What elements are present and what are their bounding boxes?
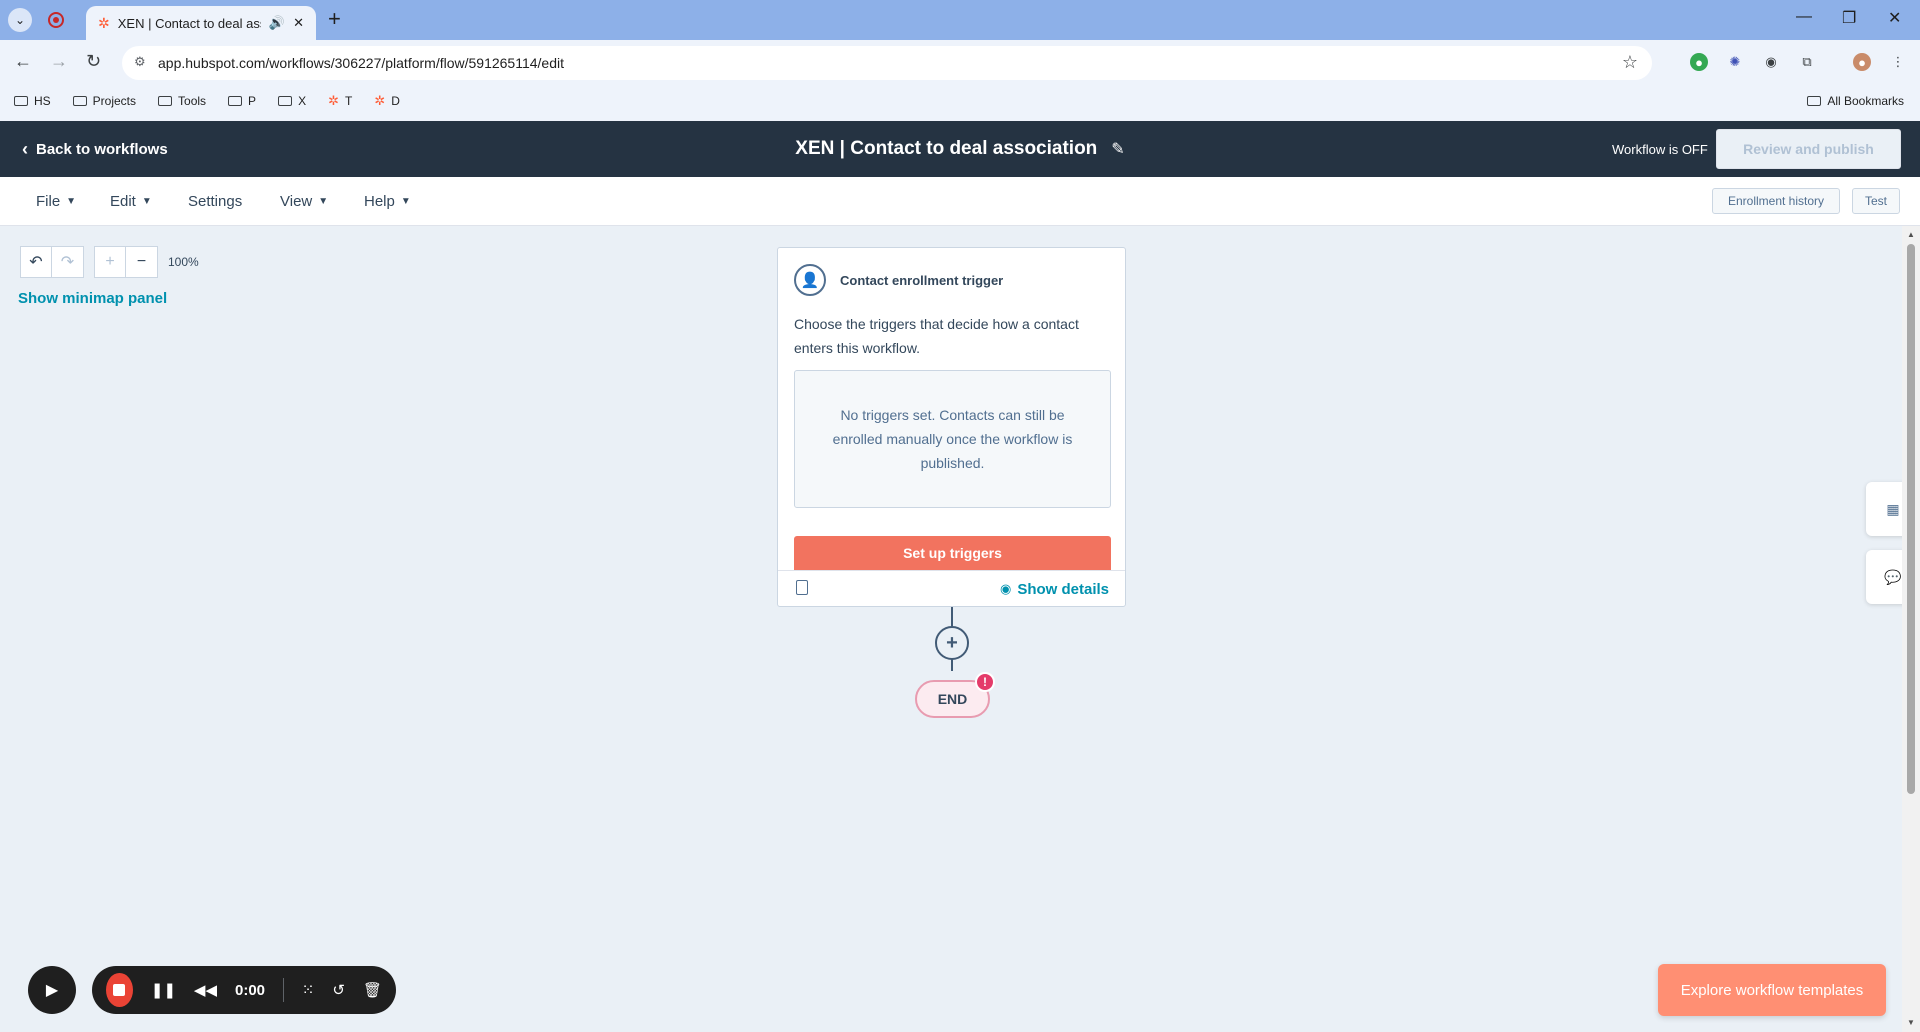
browser-toolbar: ← → ↻ ⚙ app.hubspot.com/workflows/306227…: [0, 40, 1920, 126]
add-action-plus-icon[interactable]: +: [935, 626, 969, 660]
restore-icon[interactable]: ❐: [1842, 8, 1856, 28]
hubspot-favicon-icon: ✲: [98, 14, 110, 31]
bookmark-projects[interactable]: Projects: [72, 94, 136, 108]
explore-workflow-templates-button[interactable]: Explore workflow templates: [1658, 964, 1886, 1016]
zoom-in-icon[interactable]: +: [94, 246, 126, 278]
hubspot-favicon-icon: ✲: [374, 93, 386, 108]
menu-settings[interactable]: Settings: [188, 177, 242, 225]
bookmarks-bar: HS Projects Tools P X ✲ T ✲ D All Bookmark…: [0, 86, 1920, 116]
show-details-link[interactable]: ◉ Show details: [1000, 571, 1109, 607]
bookmark-hs[interactable]: HS: [14, 94, 51, 108]
profile-avatar[interactable]: ●: [1853, 53, 1871, 71]
trigger-card-footer: ◉ Show details: [778, 570, 1125, 606]
window-close-icon[interactable]: ✕: [1888, 8, 1901, 28]
recording-timer: 0:00: [234, 981, 266, 999]
extension-gear-icon[interactable]: ✺: [1726, 53, 1744, 71]
bookmark-star-icon[interactable]: ☆: [1622, 52, 1638, 73]
extensions-puzzle-icon[interactable]: ⧉: [1798, 53, 1816, 71]
url-text: app.hubspot.com/workflows/306227/platfor…: [158, 55, 564, 71]
scroll-down-arrow-icon[interactable]: ▼: [1907, 1018, 1915, 1027]
minimize-icon[interactable]: —: [1796, 8, 1812, 26]
trigger-card-title: Contact enrollment trigger: [840, 272, 1004, 288]
vertical-scrollbar[interactable]: ▲ ▼: [1902, 226, 1920, 1032]
bookmark-tools[interactable]: Tools: [158, 94, 206, 108]
restart-icon[interactable]: ↺: [332, 981, 345, 999]
recorder-controls: ❚❚ ◀◀ 0:00 ⁙ ↺ 🗑: [92, 966, 396, 1014]
browser-tab[interactable]: ✲ XEN | Contact to deal asso 🔊 ✕: [86, 6, 316, 40]
menu-file[interactable]: File ▼: [36, 177, 76, 225]
scroll-up-arrow-icon[interactable]: ▲: [1907, 230, 1915, 239]
trigger-card-header: 👤 Contact enrollment trigger: [794, 264, 1003, 296]
chevron-down-icon: ▼: [141, 195, 152, 207]
edit-pencil-icon[interactable]: ✎: [1111, 139, 1124, 159]
enrollment-trigger-card[interactable]: 👤 Contact enrollment trigger Choose the …: [777, 247, 1126, 607]
bookmark-x[interactable]: X: [278, 94, 306, 108]
no-triggers-message: No triggers set. Contacts can still be e…: [794, 370, 1111, 508]
tab-search-chevron-icon[interactable]: ⌄: [8, 8, 32, 32]
new-tab-icon[interactable]: +: [328, 8, 341, 30]
workflow-title[interactable]: XEN | Contact to deal association: [795, 138, 1097, 160]
back-arrow-icon[interactable]: ←: [14, 51, 32, 72]
chevron-down-icon: ▼: [318, 195, 329, 207]
tab-close-icon[interactable]: ✕: [293, 15, 304, 31]
speaker-icon[interactable]: 🔊: [269, 15, 285, 31]
folder-icon: [1807, 96, 1822, 106]
bookmark-t[interactable]: ✲ T: [328, 93, 352, 109]
all-bookmarks[interactable]: All Bookmarks: [1807, 86, 1904, 116]
zoom-out-icon[interactable]: −: [126, 246, 158, 278]
clipboard-icon[interactable]: [796, 580, 808, 595]
workflow-status: Workflow is OFF: [1612, 141, 1708, 157]
folder-icon: [228, 96, 243, 106]
back-to-workflows-link[interactable]: ‹ Back to workflows: [22, 121, 168, 177]
address-bar[interactable]: ⚙ app.hubspot.com/workflows/306227/platf…: [122, 46, 1652, 80]
chevron-down-icon: ▼: [400, 195, 411, 207]
menu-help[interactable]: Help ▼: [364, 177, 411, 225]
set-up-triggers-button[interactable]: Set up triggers: [794, 536, 1111, 570]
bookmark-d[interactable]: ✲ D: [374, 93, 400, 109]
folder-icon: [278, 96, 293, 106]
workflow-header: XEN | Contact to deal association ✎ ‹ Ba…: [0, 121, 1920, 177]
redo-icon[interactable]: ↷: [52, 246, 84, 278]
eye-icon: ◉: [999, 581, 1012, 596]
rewind-icon[interactable]: ◀◀: [194, 981, 217, 999]
workflow-canvas[interactable]: ↶ ↷ + − 100% Show minimap panel 👤 Contac…: [0, 226, 1920, 1032]
zoom-level: 100%: [168, 255, 199, 269]
zoom-controls: ↶ ↷ + − 100%: [20, 246, 199, 278]
pause-icon[interactable]: ❚❚: [151, 981, 176, 999]
forward-arrow-icon[interactable]: →: [50, 51, 68, 72]
trash-icon[interactable]: 🗑: [363, 981, 382, 999]
browser-menu-icon[interactable]: ⋮: [1889, 53, 1907, 71]
chevron-left-icon: ‹: [22, 138, 28, 159]
folder-icon: [72, 96, 87, 106]
folder-icon: [14, 96, 28, 106]
folder-icon: [158, 96, 173, 106]
enrollment-history-button[interactable]: Enrollment history: [1712, 188, 1840, 214]
menu-view[interactable]: View ▼: [280, 177, 328, 225]
divider: [283, 978, 284, 1002]
menu-edit[interactable]: Edit ▼: [110, 177, 152, 225]
browser-tab-bar: ⌄ ✲ XEN | Contact to deal asso 🔊 ✕ + — ❐…: [0, 0, 1920, 40]
bookmark-p[interactable]: P: [228, 94, 256, 108]
grid-dots-icon[interactable]: ⁙: [302, 981, 315, 999]
stop-recording-button[interactable]: [106, 973, 133, 1007]
extension-green-icon[interactable]: ●: [1690, 53, 1708, 71]
chevron-down-icon: ▼: [66, 195, 77, 207]
test-button[interactable]: Test: [1852, 188, 1900, 214]
contact-person-icon: 👤: [794, 264, 826, 296]
alert-badge: !: [975, 672, 995, 692]
recording-indicator-icon: [48, 12, 64, 28]
camera-toggle-icon[interactable]: ▶: [28, 966, 76, 1014]
extension-search-icon[interactable]: ◉: [1762, 53, 1780, 71]
trigger-card-description: Choose the triggers that decide how a co…: [794, 316, 1079, 356]
workflow-menubar: File ▼ Edit ▼ Settings View ▼ Help ▼ Enrollm…: [0, 177, 1920, 226]
site-info-icon[interactable]: ⚙: [134, 54, 146, 70]
scroll-thumb[interactable]: [1907, 244, 1915, 794]
undo-icon[interactable]: ↶: [20, 246, 52, 278]
reload-icon[interactable]: ↻: [86, 51, 101, 72]
tab-title: XEN | Contact to deal asso: [117, 15, 261, 31]
show-minimap-link[interactable]: Show minimap panel: [18, 290, 167, 307]
review-and-publish-button[interactable]: Review and publish: [1716, 129, 1901, 169]
hubspot-favicon-icon: ✲: [328, 93, 339, 108]
